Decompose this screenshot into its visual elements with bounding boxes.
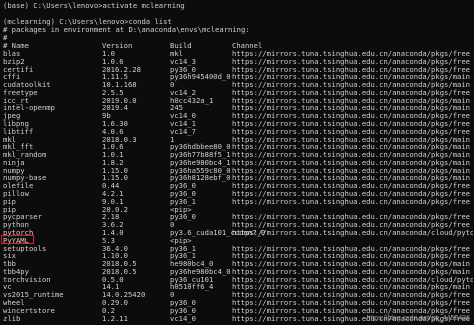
pytorch-highlight-box [1, 235, 34, 244]
header-build: Build [170, 42, 192, 50]
package-name: zlib [3, 314, 21, 323]
terminal-line: (base) C:\Users\lenovo>activate mclearni… [3, 2, 185, 10]
header-channel: Channel [232, 42, 263, 50]
watermark: https://blog.csdn.net/qq_4458436 [366, 315, 470, 322]
header-name: # Name [3, 42, 29, 50]
package-build: vc14_0 [170, 314, 196, 323]
terminal-window[interactable]: (base) C:\Users\lenovo>activate mclearni… [0, 0, 474, 325]
header-version: Version [102, 42, 133, 50]
terminal-line: # [3, 34, 8, 42]
package-version: 1.2.11 [102, 314, 128, 323]
terminal-line: # packages in environment at D:\anaconda… [3, 26, 250, 34]
terminal-line: (mclearning) C:\Users\lenovo>conda list [3, 18, 172, 26]
table-header: # Name Version Build Channel [3, 42, 473, 50]
